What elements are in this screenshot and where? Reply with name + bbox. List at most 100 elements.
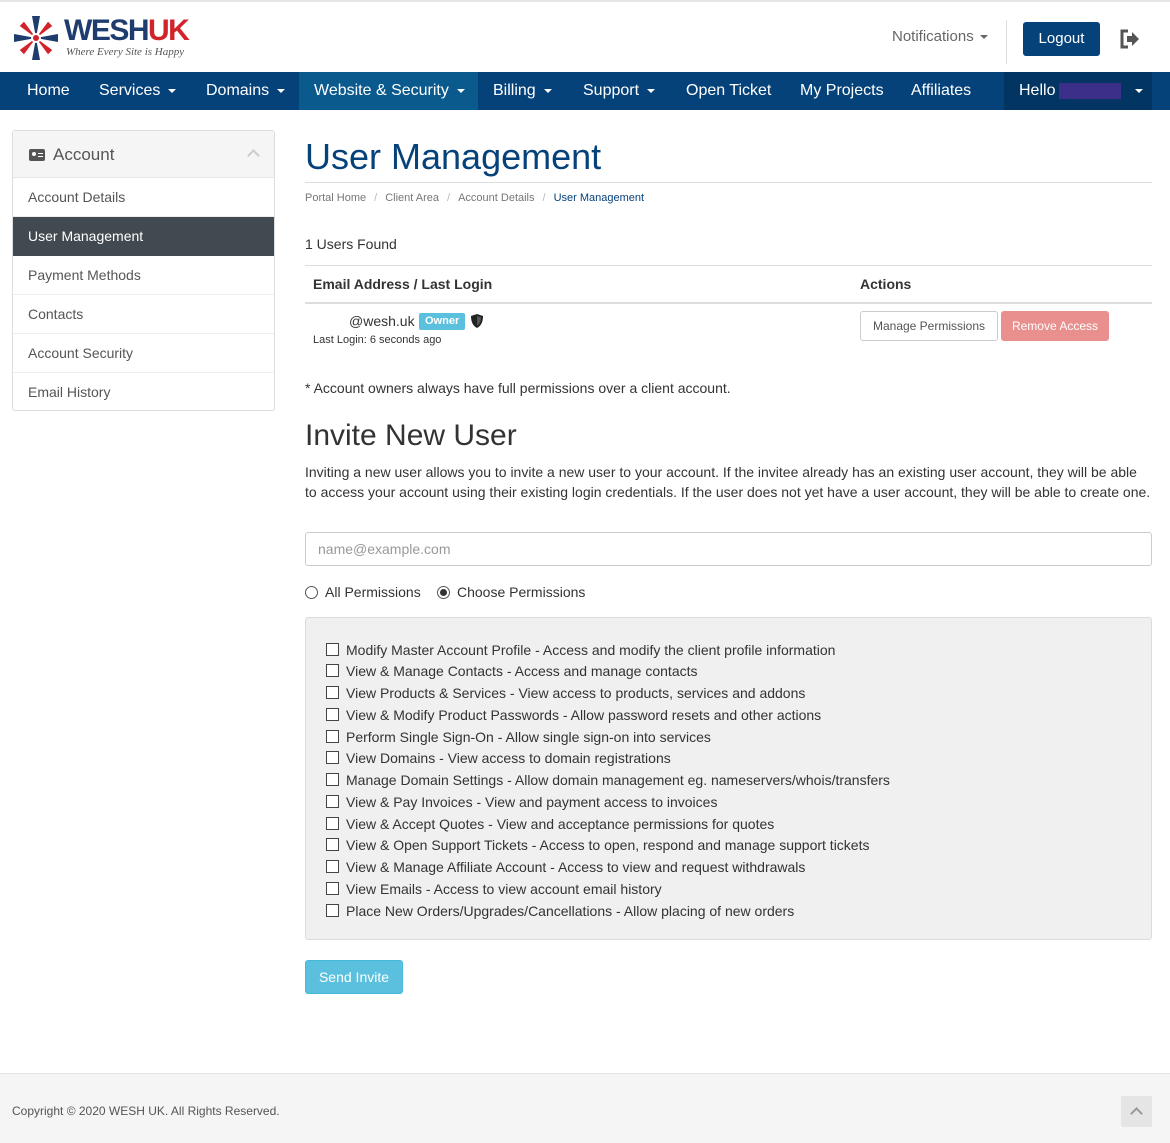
permission-label[interactable]: View Domains - View access to domain reg… [346,748,671,768]
notifications-dropdown[interactable]: Notifications [892,28,988,45]
permission-label[interactable]: Modify Master Account Profile - Access a… [346,640,835,660]
permission-checkbox[interactable] [326,730,339,743]
permission-checkbox[interactable] [326,664,339,677]
breadcrumb-separator: / [447,192,451,204]
breadcrumb-account-details[interactable]: Account Details [458,192,534,204]
remove-access-button[interactable]: Remove Access [1001,311,1109,341]
breadcrumb-client-area[interactable]: Client Area [385,192,439,204]
logo-emblem-icon [14,16,58,60]
column-header-email: Email Address / Last Login [313,276,493,292]
permission-label[interactable]: Perform Single Sign-On - Allow single si… [346,727,711,747]
chevron-down-icon [456,88,465,93]
logo-wordmark: WESHUK [64,14,190,47]
permission-label[interactable]: View Emails - Access to view account ema… [346,879,662,899]
user-email: @wesh.uk [349,313,415,329]
brand-logo[interactable]: WESHUK Where Every Site is Happy [10,12,200,64]
sidebar-item-account-details[interactable]: Account Details [13,178,274,217]
permission-label[interactable]: View & Manage Contacts - Access and mana… [346,661,698,681]
redacted-username [1059,82,1122,99]
permission-label[interactable]: View & Manage Affiliate Account - Access… [346,857,805,877]
permission-label[interactable]: View & Accept Quotes - View and acceptan… [346,814,774,834]
users-found-count: 1 Users Found [305,236,397,252]
logo-tagline: Where Every Site is Happy [66,46,185,58]
invite-description: Inviting a new user allows you to invite… [305,464,1151,500]
shield-icon [471,314,483,328]
send-invite-button[interactable]: Send Invite [305,960,403,994]
radio-choose-permissions[interactable] [437,586,450,599]
owner-badge: Owner [419,313,466,330]
sidebar-item-contacts[interactable]: Contacts [13,295,274,334]
breadcrumb-portal-home[interactable]: Portal Home [305,192,366,204]
sidebar-header[interactable]: Account [13,131,274,178]
chevron-down-icon [979,35,988,40]
owner-permissions-note: * Account owners always have full permis… [305,380,731,396]
site-header: WESHUK Where Every Site is Happy Notific… [0,2,1170,72]
logout-button[interactable]: Logout [1023,22,1100,56]
sidebar-item-email-history[interactable]: Email History [13,373,274,412]
permission-label[interactable]: View & Pay Invoices - View and payment a… [346,792,717,812]
nav-billing[interactable]: Billing [478,72,567,110]
nav-website-security[interactable]: Website & Security [299,72,478,110]
manage-permissions-button[interactable]: Manage Permissions [860,311,998,341]
sidebar-item-payment-methods[interactable]: Payment Methods [13,256,274,295]
nav-open-ticket[interactable]: Open Ticket [671,72,786,110]
permission-checkbox[interactable] [326,708,339,721]
permission-label[interactable]: View & Open Support Tickets - Access to … [346,835,869,855]
radio-choose-permissions-label[interactable]: Choose Permissions [457,584,585,600]
permission-label[interactable]: View Products & Services - View access t… [346,683,805,703]
account-menu[interactable]: Hello [1004,72,1152,110]
permission-checkbox[interactable] [326,751,339,764]
chevron-down-icon [168,88,177,93]
account-sidebar: Account Account Details User Management … [12,130,275,411]
permission-label[interactable]: Manage Domain Settings - Allow domain ma… [346,770,890,790]
breadcrumb-current: User Management [553,192,645,204]
sidebar-item-user-management[interactable]: User Management [13,217,274,256]
header-divider [1006,20,1007,64]
column-header-actions: Actions [860,276,912,292]
site-footer: Copyright © 2020 WESH UK. All Rights Res… [0,1073,1170,1143]
sidebar-title: Account [53,145,115,164]
chevron-down-icon [543,88,552,93]
chevron-up-icon[interactable] [247,149,260,162]
id-card-icon [29,149,45,161]
title-divider [305,182,1152,183]
breadcrumb: Portal Home / Client Area / Account Details /… [305,192,644,204]
table-top-border [305,265,1152,266]
notifications-label: Notifications [892,28,974,45]
permission-checkbox[interactable] [326,817,339,830]
radio-all-permissions-label[interactable]: All Permissions [325,584,421,600]
permission-checkbox[interactable] [326,795,339,808]
permission-checkbox[interactable] [326,838,339,851]
breadcrumb-separator: / [542,192,546,204]
permission-checkbox[interactable] [326,643,339,656]
nav-domains[interactable]: Domains [191,72,300,110]
hello-label: Hello [1019,82,1056,99]
nav-services[interactable]: Services [84,72,191,110]
nav-support[interactable]: Support [568,72,670,110]
page-title: User Management [305,136,602,177]
nav-home[interactable]: Home [12,72,85,110]
permission-label[interactable]: View & Modify Product Passwords - Allow … [346,705,821,725]
permission-checkbox[interactable] [326,773,339,786]
radio-all-permissions[interactable] [305,586,318,599]
main-navigation: Home Services Domains Website & Security… [0,72,1170,110]
nav-my-projects[interactable]: My Projects [785,72,899,110]
nav-affiliates[interactable]: Affiliates [896,72,986,110]
breadcrumb-separator: / [374,192,378,204]
permission-checkbox[interactable] [326,904,339,917]
sidebar-item-account-security[interactable]: Account Security [13,334,274,373]
chevron-down-icon [277,88,286,93]
table-header-border [305,302,1152,304]
permission-checkbox[interactable] [326,882,339,895]
permission-checkbox[interactable] [326,686,339,699]
permission-label[interactable]: Place New Orders/Upgrades/Cancellations … [346,901,794,921]
sign-out-icon[interactable] [1119,28,1141,50]
invite-title: Invite New User [305,419,517,452]
chevron-down-icon [647,88,656,93]
permissions-panel: Modify Master Account Profile - Access a… [305,617,1152,940]
copyright-text: Copyright © 2020 WESH UK. All Rights Res… [12,1104,280,1118]
last-login: Last Login: 6 seconds ago [313,334,442,346]
back-to-top-icon[interactable] [1121,1096,1152,1127]
invite-email-input[interactable] [305,532,1152,566]
permission-checkbox[interactable] [326,860,339,873]
